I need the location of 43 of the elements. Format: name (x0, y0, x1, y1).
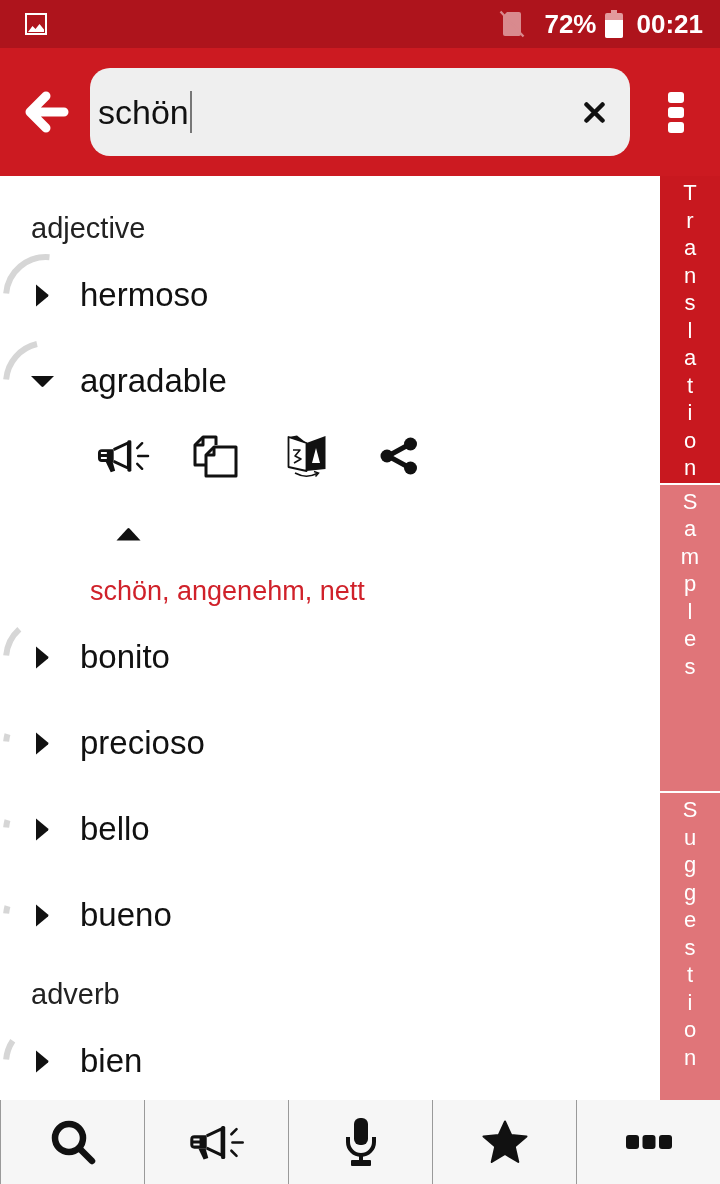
share-icon[interactable] (380, 437, 418, 475)
entry-word[interactable]: bello (80, 809, 150, 849)
picture-icon (25, 13, 47, 35)
part-of-speech-heading: adjective (31, 212, 146, 244)
more-nav-button[interactable] (576, 1100, 720, 1184)
favorites-nav-button[interactable] (432, 1100, 576, 1184)
no-sim-icon (499, 10, 526, 38)
search-icon (49, 1119, 96, 1165)
speak-nav-button[interactable] (144, 1100, 288, 1184)
caret-down-icon[interactable] (29, 375, 55, 387)
battery-percentage: 72% (544, 9, 597, 39)
caret-right-icon[interactable] (35, 731, 49, 755)
caret-right-icon[interactable] (35, 283, 49, 307)
star-icon (481, 1120, 528, 1164)
text-cursor-icon (189, 91, 192, 133)
voice-nav-button[interactable] (288, 1100, 432, 1184)
more-options-icon (625, 1135, 672, 1149)
entry-word[interactable]: precioso (80, 723, 205, 763)
entry-word[interactable]: agradable (80, 361, 227, 401)
copy-icon[interactable] (192, 434, 238, 478)
more-options-icon[interactable] (668, 91, 684, 133)
battery-icon (604, 10, 623, 38)
clear-icon[interactable] (584, 101, 605, 123)
translation-text: schön, angenehm, nett (90, 575, 366, 607)
microphone-icon (344, 1118, 377, 1166)
megaphone-icon[interactable] (96, 438, 150, 474)
search-nav-button[interactable] (0, 1100, 144, 1184)
back-arrow-icon[interactable] (25, 90, 69, 134)
clock-time: 00:21 (636, 9, 703, 39)
caret-right-icon[interactable] (35, 1049, 49, 1073)
search-field[interactable]: schön (90, 68, 630, 156)
translate-icon[interactable] (287, 434, 327, 478)
entry-word[interactable]: bien (80, 1041, 143, 1081)
part-of-speech-heading: adverb (31, 978, 120, 1010)
megaphone-icon (188, 1123, 245, 1161)
entry-word[interactable]: hermoso (80, 275, 209, 315)
caret-right-icon[interactable] (35, 817, 49, 841)
collapse-caret-icon[interactable] (116, 527, 141, 541)
entry-word[interactable]: bueno (80, 895, 172, 935)
entry-word[interactable]: bonito (80, 637, 170, 677)
caret-right-icon[interactable] (35, 645, 49, 669)
side-tab[interactable]: Translation (660, 176, 720, 483)
caret-right-icon[interactable] (35, 903, 49, 927)
